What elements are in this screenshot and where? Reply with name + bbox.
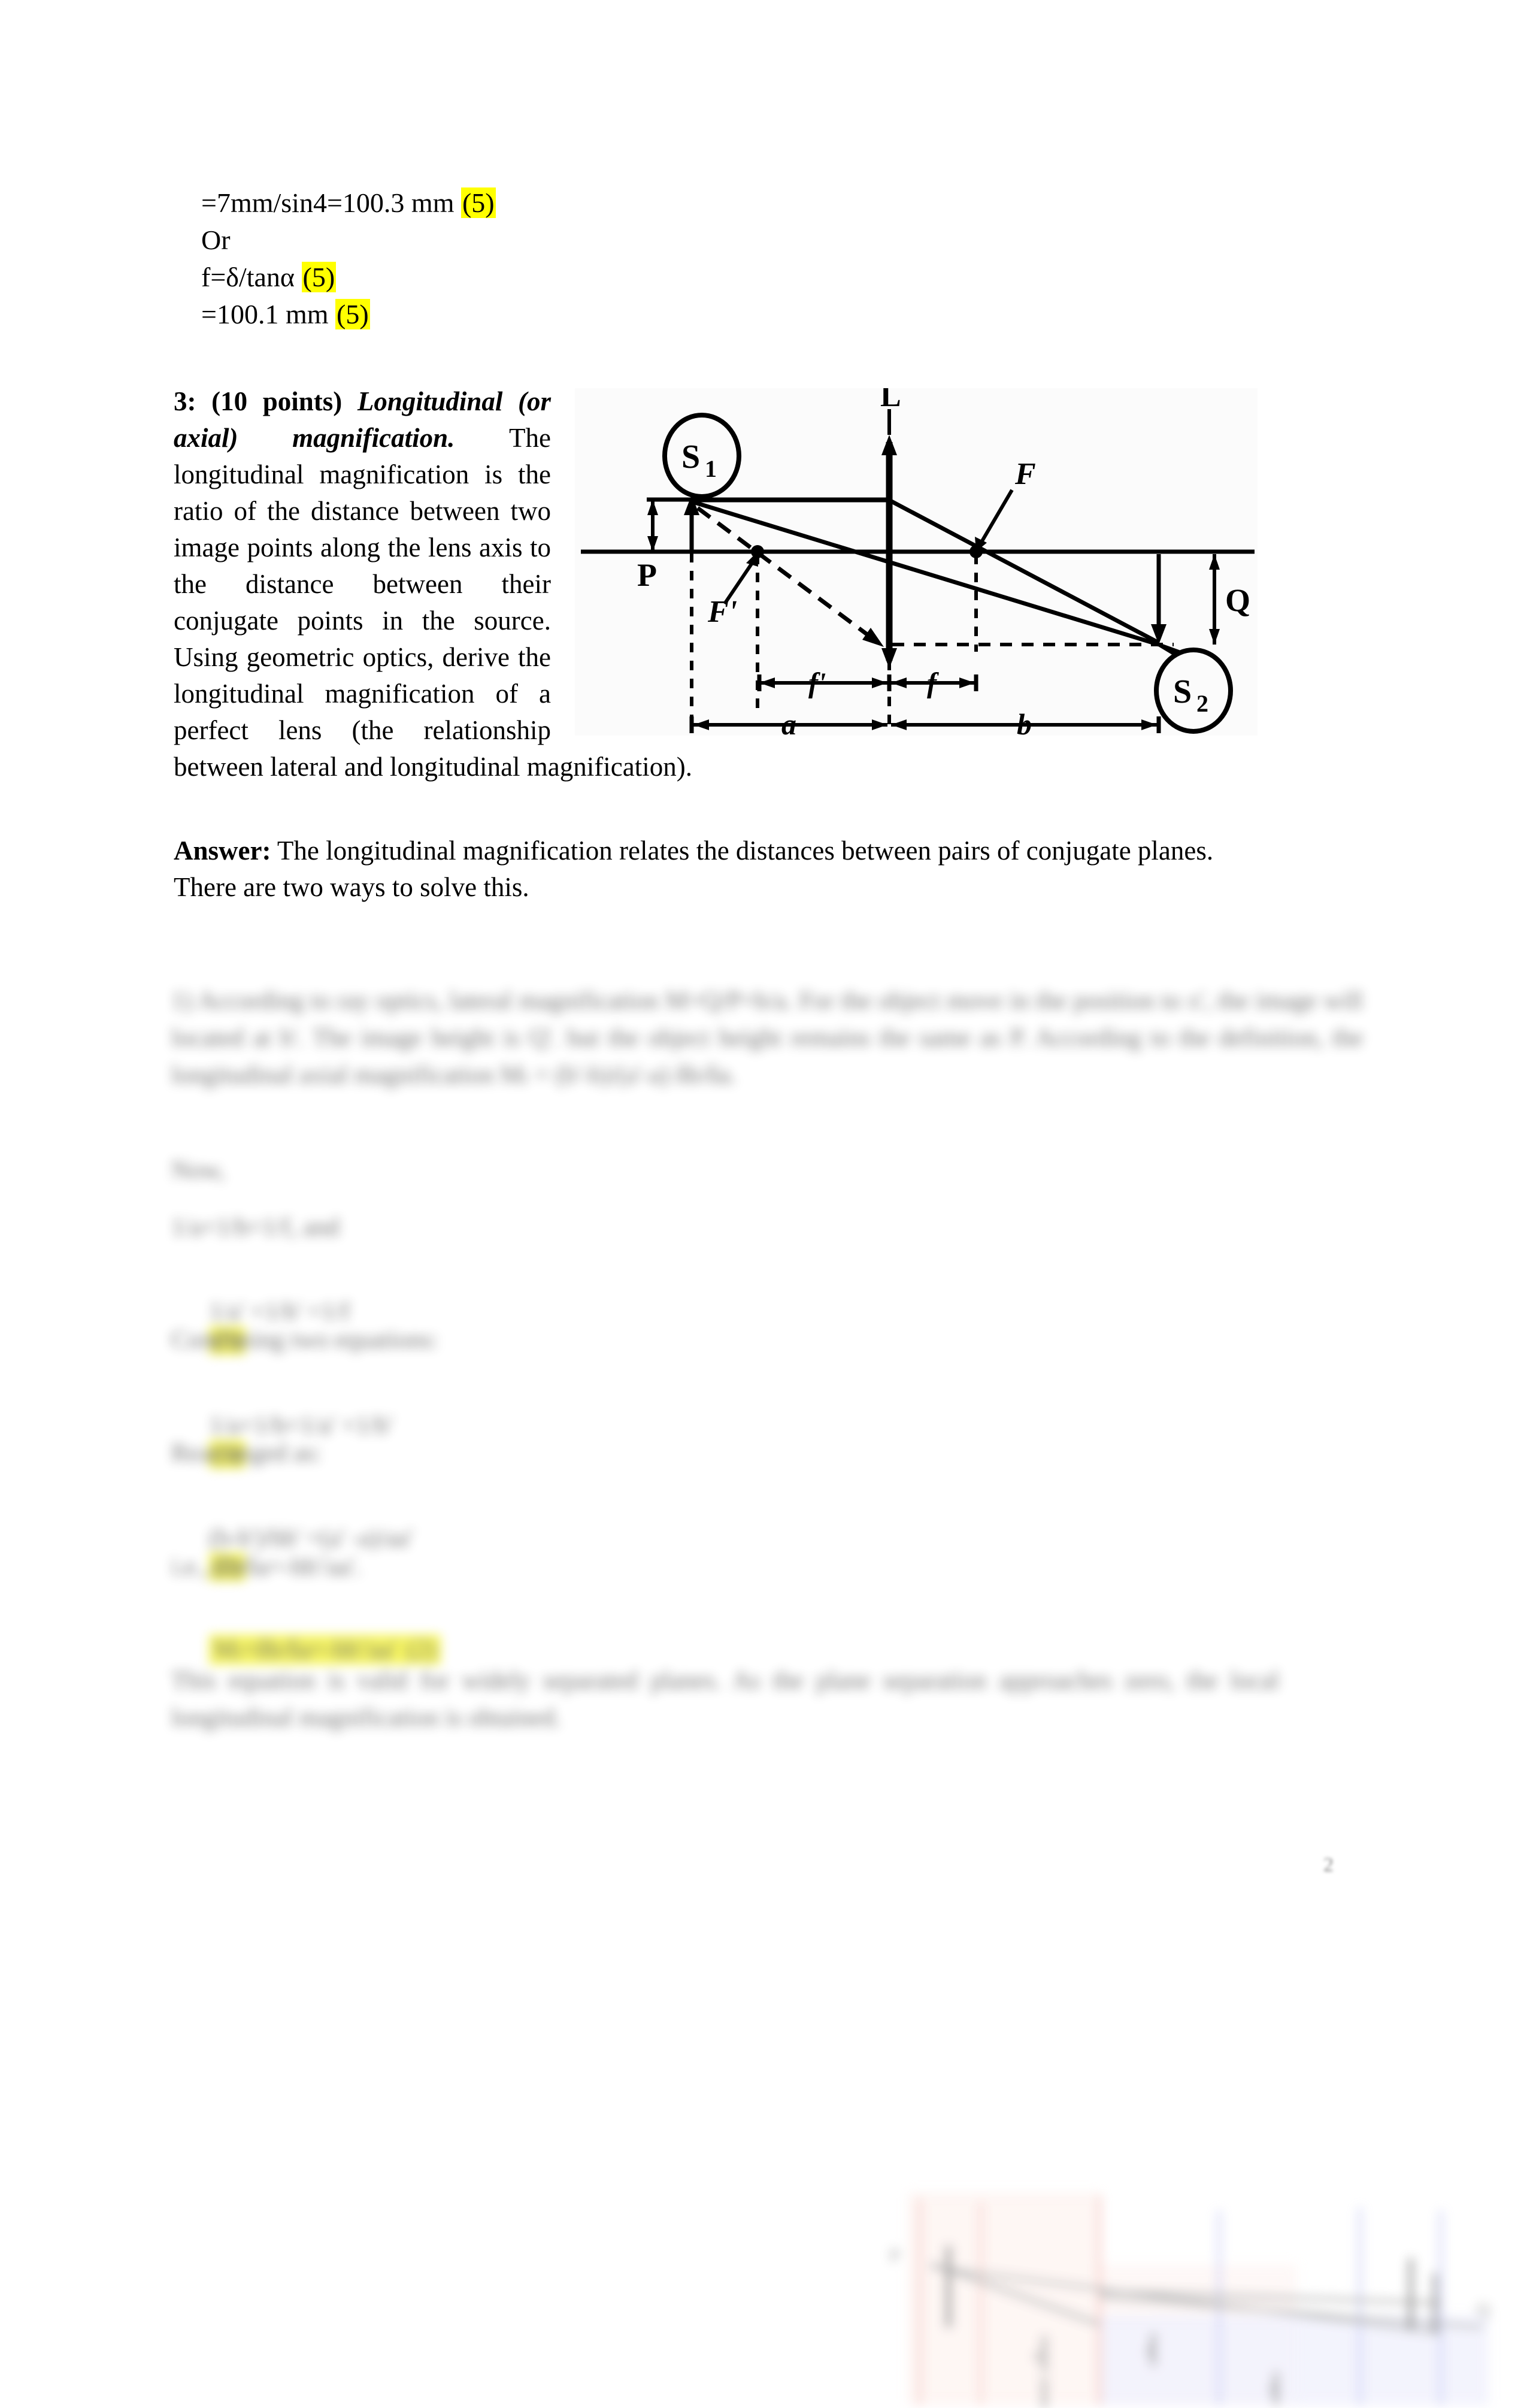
figure-label-image-dist: b bbox=[1017, 707, 1032, 736]
figure-label-focal-len-left: f' bbox=[808, 667, 826, 699]
figure-label-lens: L bbox=[880, 388, 901, 413]
solution-line-rearrange: Rearranged as: bbox=[171, 1439, 322, 1467]
solution-line-3: 1/a+1/b=1/a' +1/b' bbox=[209, 1412, 393, 1439]
blurred-figure-label-q: Q bbox=[1477, 2300, 1490, 2319]
figure-label-s2: S bbox=[1173, 673, 1192, 710]
question-number: 3: bbox=[174, 386, 196, 416]
solution-closing: This equation is valid for widely separa… bbox=[171, 1667, 1279, 1732]
figure-label-focal-left: F' bbox=[707, 595, 737, 629]
question-3-block: S 1 S 2 L F F' P Q f' f a b 3: (10 point… bbox=[174, 383, 1258, 785]
calc-line-1-mark: (5) bbox=[460, 187, 496, 218]
figure-label-object-dist: a bbox=[781, 707, 796, 736]
solution-line-5: i.e., δb/δa=-bb'/aa'. bbox=[171, 1553, 362, 1581]
blurred-figure-label-f: f bbox=[1146, 2342, 1152, 2361]
blurred-figure-label-left: P bbox=[890, 2246, 900, 2265]
figure-label-s1: S bbox=[681, 438, 700, 476]
solution-paragraph-1: 1) According to ray optics, lateral magn… bbox=[171, 987, 1363, 1089]
figure-label-image-height: Q bbox=[1225, 582, 1250, 618]
calc-line-4-mark: (5) bbox=[335, 299, 370, 329]
figure-label-s1-sub: 1 bbox=[705, 455, 717, 482]
solution-line-4: (b-b')/bb' =(a' -a)/aa' bbox=[209, 1524, 413, 1552]
solution-line-1: 1/a+1/b=1/f, and bbox=[171, 1214, 340, 1241]
figure-label-object-height: P bbox=[637, 557, 657, 593]
conjugate-planes-sketch: P a f b Q bbox=[884, 2174, 1519, 2408]
figure-label-focal-right: F bbox=[1014, 457, 1036, 491]
answer-text: The longitudinal magnification relates t… bbox=[174, 836, 1214, 902]
question-space-2 bbox=[342, 386, 357, 416]
solution-line-now: Now, bbox=[171, 1157, 225, 1184]
question-points: (10 points) bbox=[211, 386, 343, 416]
blurred-figure-label-a: a bbox=[1034, 2345, 1041, 2364]
figure-label-s2-sub: 2 bbox=[1196, 690, 1208, 717]
calc-line-4-text: =100.1 mm bbox=[201, 299, 336, 329]
question-space-1 bbox=[196, 386, 212, 416]
answer-block: Answer: The longitudinal magnification r… bbox=[174, 833, 1258, 906]
calc-line-4: =100.1 mm (5) bbox=[174, 259, 370, 370]
lens-ray-diagram: S 1 S 2 L F F' P Q f' f a b bbox=[575, 388, 1258, 736]
redacted-solution-region: 1) According to ray optics, lateral magn… bbox=[171, 982, 1490, 2408]
solution-line-2: 1/a' +1/b' =1/f bbox=[209, 1298, 350, 1326]
answer-lead: Answer: bbox=[174, 836, 271, 866]
solution-line-combine: Combining two equations: bbox=[171, 1326, 438, 1354]
solution-line-highlight-mark: (2) bbox=[401, 1635, 441, 1665]
document-page: =7mm/sin4=100.3 mm (5) Or f=δ/tanα (5) =… bbox=[0, 0, 1527, 2408]
question-space-3 bbox=[455, 423, 509, 453]
solution-line-highlight: Mₗ=δb/δa=-bb'/aa' bbox=[209, 1635, 402, 1665]
calc-line-1-text: =7mm/sin4=100.3 mm bbox=[201, 187, 461, 218]
blurred-figure-label-b: b bbox=[1270, 2380, 1279, 2400]
page-number: 2 bbox=[1323, 1854, 1334, 1876]
